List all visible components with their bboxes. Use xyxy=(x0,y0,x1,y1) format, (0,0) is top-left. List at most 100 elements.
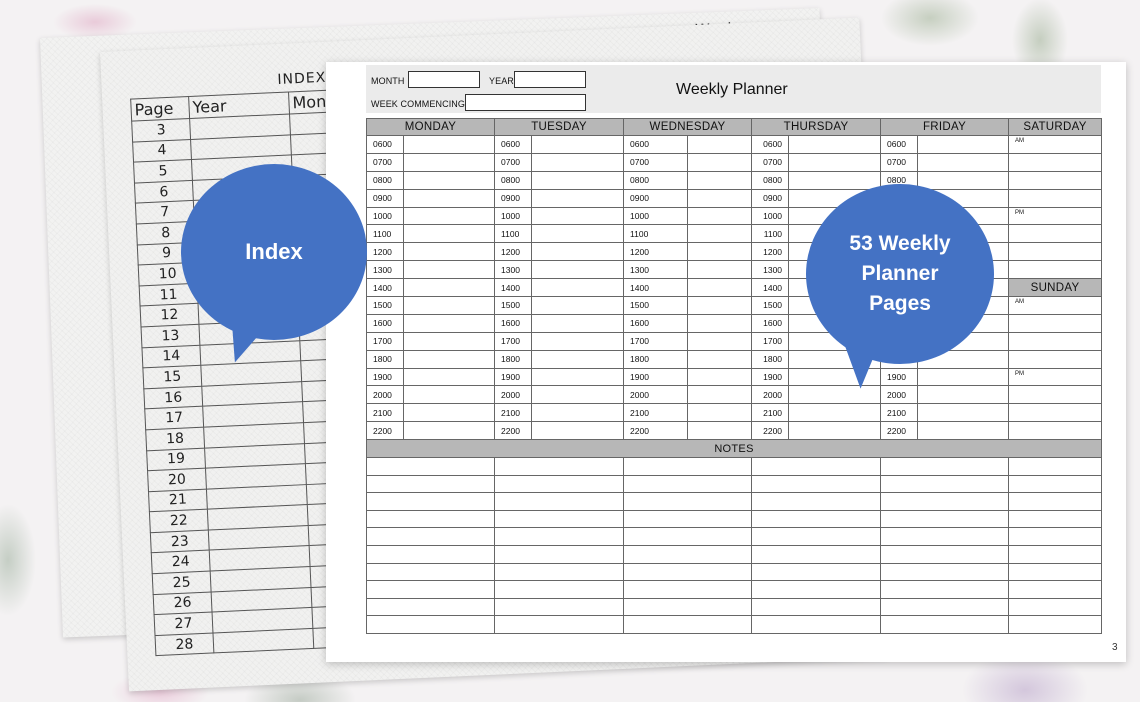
thursday-slot[interactable] xyxy=(788,152,882,172)
tuesday-slot[interactable] xyxy=(531,135,625,154)
notes-cell[interactable] xyxy=(494,597,625,617)
weekend-slot[interactable] xyxy=(1008,385,1103,405)
notes-cell[interactable] xyxy=(623,474,753,494)
weekend-slot[interactable] xyxy=(1008,242,1103,262)
notes-cell[interactable] xyxy=(365,509,496,529)
wednesday-slot[interactable] xyxy=(687,152,753,172)
monday-slot[interactable] xyxy=(402,349,496,369)
friday-slot[interactable] xyxy=(917,170,1010,190)
monday-slot[interactable] xyxy=(402,385,496,405)
tuesday-slot[interactable] xyxy=(531,260,625,280)
monday-slot[interactable] xyxy=(402,278,496,298)
notes-cell[interactable] xyxy=(1008,597,1103,617)
monday-slot[interactable] xyxy=(402,296,496,315)
monday-slot[interactable] xyxy=(402,242,496,262)
wednesday-slot[interactable] xyxy=(687,421,753,441)
notes-cell[interactable] xyxy=(365,474,496,494)
tuesday-slot[interactable] xyxy=(531,349,625,369)
weekend-slot[interactable] xyxy=(1008,331,1103,351)
notes-cell[interactable] xyxy=(751,509,882,529)
weekend-slot[interactable] xyxy=(1008,421,1103,441)
monday-slot[interactable] xyxy=(402,224,496,244)
monday-slot[interactable] xyxy=(402,313,496,333)
weekend-slot[interactable] xyxy=(1008,188,1103,208)
notes-cell[interactable] xyxy=(623,597,753,617)
tuesday-slot[interactable] xyxy=(531,206,625,226)
notes-cell[interactable] xyxy=(365,527,496,546)
notes-cell[interactable] xyxy=(365,545,496,564)
notes-cell[interactable] xyxy=(880,509,1010,529)
monday-slot[interactable] xyxy=(402,152,496,172)
notes-cell[interactable] xyxy=(494,562,625,582)
notes-cell[interactable] xyxy=(365,492,496,511)
friday-slot[interactable] xyxy=(917,385,1010,405)
notes-cell[interactable] xyxy=(365,597,496,617)
notes-cell[interactable] xyxy=(751,580,882,599)
notes-cell[interactable] xyxy=(751,492,882,511)
notes-cell[interactable] xyxy=(365,615,496,634)
notes-cell[interactable] xyxy=(751,597,882,617)
notes-cell[interactable] xyxy=(880,527,1010,546)
wednesday-slot[interactable] xyxy=(687,385,753,405)
notes-cell[interactable] xyxy=(1008,615,1103,634)
weekend-slot[interactable] xyxy=(1008,152,1103,172)
weekend-slot[interactable] xyxy=(1008,313,1103,333)
notes-cell[interactable] xyxy=(880,597,1010,617)
index-year-cell[interactable] xyxy=(212,628,314,654)
monday-slot[interactable] xyxy=(402,260,496,280)
notes-cell[interactable] xyxy=(880,474,1010,494)
wednesday-slot[interactable] xyxy=(687,242,753,262)
notes-cell[interactable] xyxy=(494,527,625,546)
notes-cell[interactable] xyxy=(751,474,882,494)
monday-slot[interactable] xyxy=(402,135,496,154)
weekend-slot[interactable] xyxy=(1008,224,1103,244)
notes-cell[interactable] xyxy=(623,492,753,511)
monday-slot[interactable] xyxy=(402,367,496,387)
tuesday-slot[interactable] xyxy=(531,152,625,172)
notes-cell[interactable] xyxy=(1008,474,1103,494)
notes-cell[interactable] xyxy=(880,562,1010,582)
wednesday-slot[interactable] xyxy=(687,296,753,315)
tuesday-slot[interactable] xyxy=(531,385,625,405)
thursday-slot[interactable] xyxy=(788,385,882,405)
notes-cell[interactable] xyxy=(751,615,882,634)
year-field[interactable] xyxy=(514,71,586,88)
month-field[interactable] xyxy=(408,71,480,88)
notes-cell[interactable] xyxy=(494,509,625,529)
wednesday-slot[interactable] xyxy=(687,278,753,298)
monday-slot[interactable] xyxy=(402,188,496,208)
notes-cell[interactable] xyxy=(1008,562,1103,582)
notes-cell[interactable] xyxy=(623,527,753,546)
tuesday-slot[interactable] xyxy=(531,188,625,208)
tuesday-slot[interactable] xyxy=(531,242,625,262)
monday-slot[interactable] xyxy=(402,421,496,441)
wednesday-slot[interactable] xyxy=(687,224,753,244)
tuesday-slot[interactable] xyxy=(531,224,625,244)
weekend-slot[interactable] xyxy=(1008,260,1103,280)
friday-slot[interactable] xyxy=(917,421,1010,441)
notes-cell[interactable] xyxy=(751,457,882,476)
tuesday-slot[interactable] xyxy=(531,170,625,190)
wednesday-slot[interactable] xyxy=(687,170,753,190)
tuesday-slot[interactable] xyxy=(531,296,625,315)
notes-cell[interactable] xyxy=(494,615,625,634)
notes-cell[interactable] xyxy=(365,580,496,599)
weekend-slot[interactable] xyxy=(1008,170,1103,190)
tuesday-slot[interactable] xyxy=(531,313,625,333)
friday-slot[interactable] xyxy=(917,367,1010,387)
tuesday-slot[interactable] xyxy=(531,367,625,387)
monday-slot[interactable] xyxy=(402,403,496,423)
notes-cell[interactable] xyxy=(1008,580,1103,599)
monday-slot[interactable] xyxy=(402,206,496,226)
wednesday-slot[interactable] xyxy=(687,206,753,226)
notes-cell[interactable] xyxy=(623,509,753,529)
notes-cell[interactable] xyxy=(365,457,496,476)
wednesday-slot[interactable] xyxy=(687,349,753,369)
notes-cell[interactable] xyxy=(623,562,753,582)
wednesday-slot[interactable] xyxy=(687,188,753,208)
thursday-slot[interactable] xyxy=(788,421,882,441)
wednesday-slot[interactable] xyxy=(687,135,753,154)
notes-cell[interactable] xyxy=(1008,457,1103,476)
notes-cell[interactable] xyxy=(880,615,1010,634)
notes-cell[interactable] xyxy=(1008,492,1103,511)
